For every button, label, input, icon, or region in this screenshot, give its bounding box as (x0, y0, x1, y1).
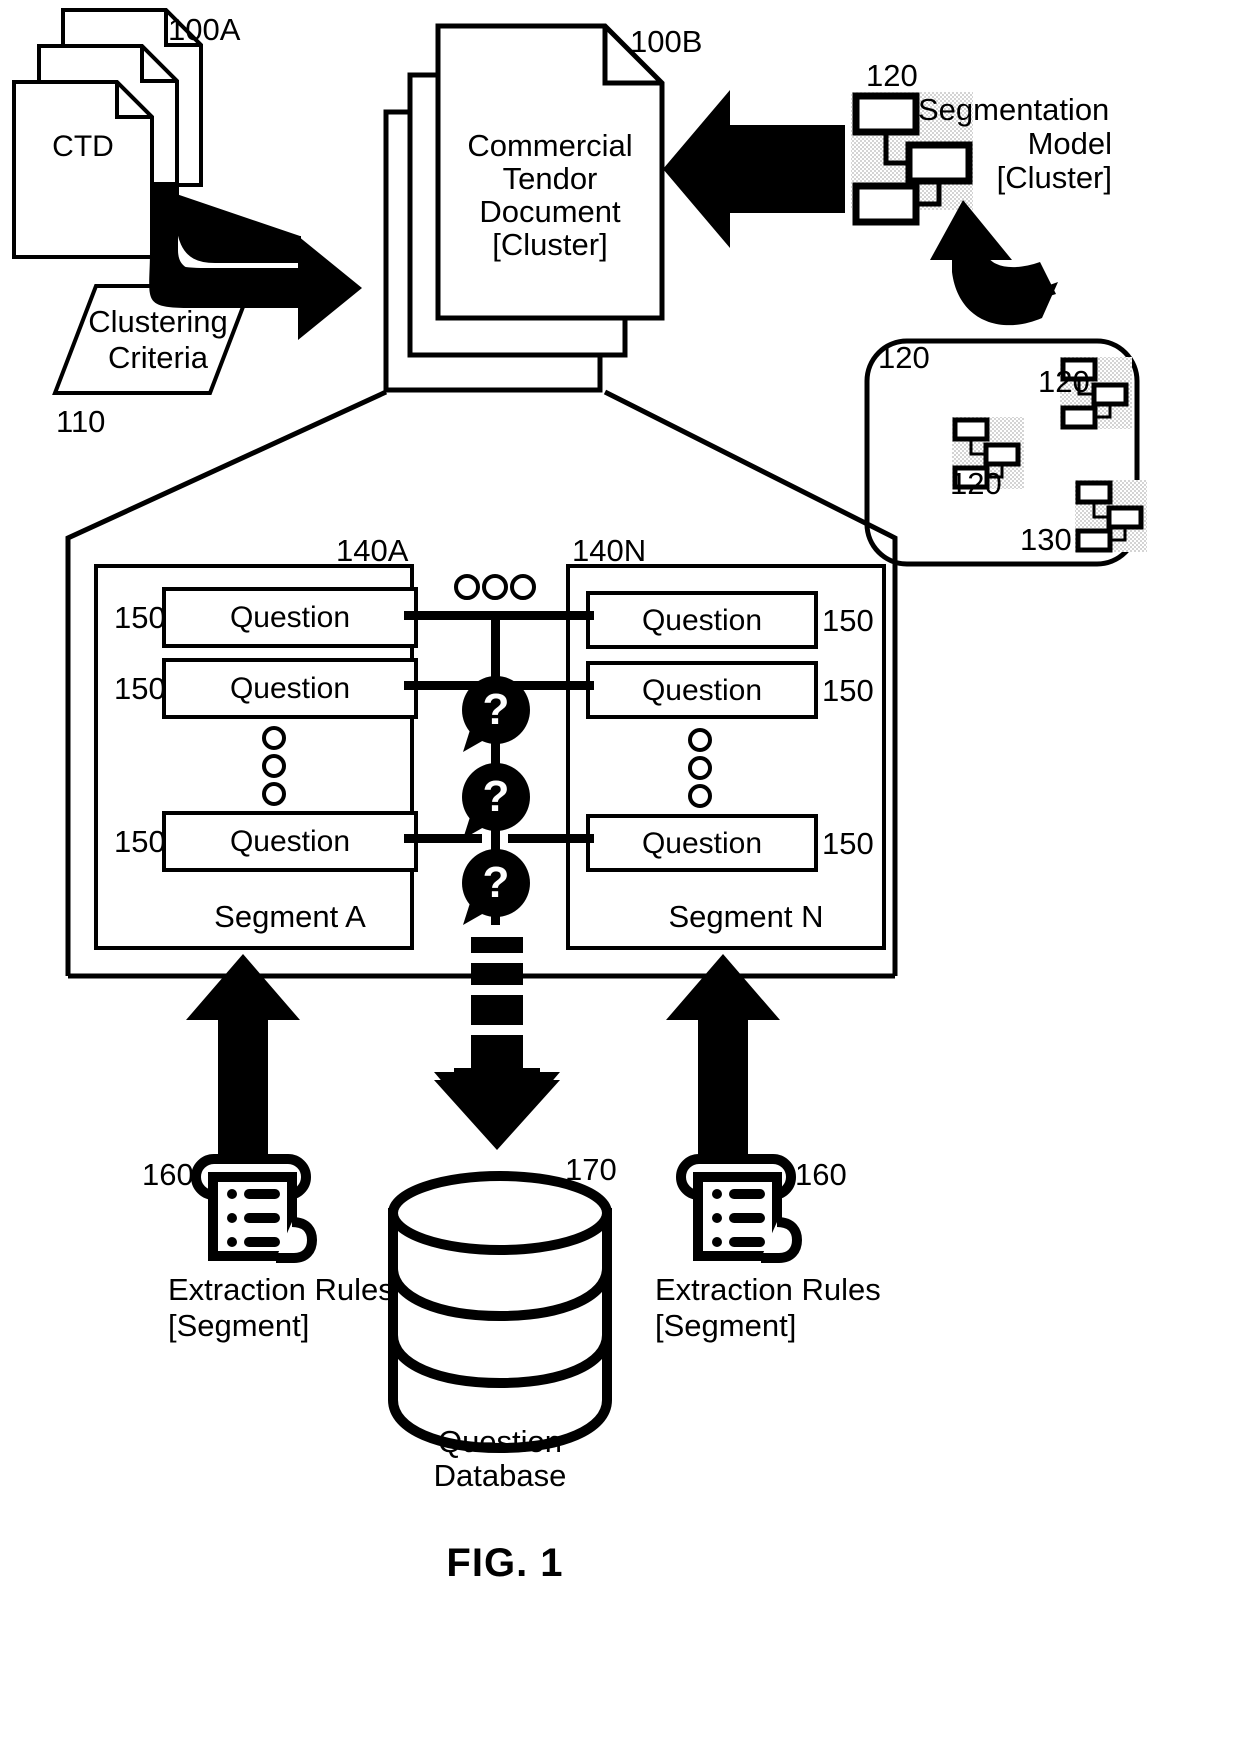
extraction-rules-right-up-arrow-icon (666, 954, 780, 1163)
ctd-cluster-label-line4: [Cluster] (492, 227, 608, 262)
segment-n-title: Segment N (668, 899, 824, 934)
ref-label-150-a1: 150 (114, 600, 166, 635)
question-bubble-icon-2: ? (462, 763, 530, 839)
ref-label-160-left: 160 (142, 1157, 194, 1192)
svg-text:?: ? (483, 858, 510, 907)
questions-to-database-arrow-icon (434, 937, 560, 1150)
segmentation-model-label-line2: Model (1027, 126, 1112, 161)
clustering-criteria-label-line1: Clustering (88, 304, 228, 339)
ref-label-120-pool-2: 120 (1038, 364, 1090, 399)
pool-segmentation-model-icon-3 (1075, 480, 1147, 553)
segment-a-question-label-1: Question (229, 601, 351, 634)
segment-a-question-label-3: Question (229, 825, 351, 858)
segmentation-model-label-line3: [Cluster] (996, 160, 1112, 195)
ref-label-120-pool-1: 120 (878, 340, 930, 375)
segmentation-model-label-line1: Segmentation (918, 92, 1110, 127)
patent-figure-1: ? ? ? 100A CTD Clustering Criteria 110 1… (0, 0, 1240, 1747)
segment-n-ellipsis-icon (688, 728, 712, 808)
left-arrow-icon (663, 90, 845, 248)
segment-a-question-label-2: Question (229, 672, 351, 705)
svg-text:?: ? (483, 772, 510, 821)
extraction-rules-left-label-line1: Extraction Rules (168, 1272, 394, 1307)
segment-a-ellipsis-icon (262, 726, 286, 806)
extraction-rules-right-label-line1: Extraction Rules (655, 1272, 881, 1307)
segment-a-title: Segment A (214, 899, 366, 934)
extraction-rules-scroll-icon-right (676, 1154, 803, 1263)
figure-caption: FIG. 1 (446, 1541, 564, 1585)
ctd-cluster-label-line3: Document (479, 194, 621, 229)
ref-label-160-right: 160 (795, 1157, 847, 1192)
question-bubble-icon-3: ? (462, 849, 530, 925)
ref-label-100a: 100A (168, 12, 241, 47)
curved-up-arrow-icon (930, 200, 1058, 326)
ctd-cluster-label-line1: Commercial (467, 128, 633, 163)
question-database-label-line1: Question (437, 1424, 563, 1459)
segment-n-question-label-3: Question (641, 827, 763, 860)
ctd-cluster-label-line2: Tendor (502, 161, 598, 196)
extraction-rules-right-label-line2: [Segment] (655, 1308, 797, 1343)
ref-label-100b: 100B (630, 24, 703, 59)
ctd-stack-label: CTD (52, 130, 114, 163)
ref-label-150-n2: 150 (822, 673, 874, 708)
extraction-rules-left-label-line2: [Segment] (168, 1308, 310, 1343)
ref-label-110: 110 (56, 404, 106, 439)
svg-text:?: ? (483, 685, 510, 734)
ref-label-150-n1: 150 (822, 603, 874, 638)
question-bubble-icon-1: ? (462, 676, 530, 752)
ref-label-120-model: 120 (866, 58, 918, 93)
extraction-rules-scroll-icon-left (191, 1154, 318, 1263)
ref-label-150-a3: 150 (114, 824, 166, 859)
segment-n-question-label-2: Question (641, 674, 763, 707)
extraction-rules-left-up-arrow-icon (186, 954, 300, 1163)
ref-label-130: 130 (1020, 522, 1072, 557)
ref-label-170: 170 (565, 1152, 617, 1187)
clustering-criteria-label-line2: Criteria (108, 340, 208, 375)
ref-label-140n: 140N (572, 533, 647, 568)
segments-horizontal-ellipsis-icon (454, 574, 536, 600)
ref-label-140a: 140A (336, 533, 409, 568)
ref-label-120-pool-3: 120 (950, 466, 1002, 501)
ref-label-150-n3: 150 (822, 826, 874, 861)
segment-n-question-label-1: Question (641, 604, 763, 637)
ref-label-150-a2: 150 (114, 671, 166, 706)
question-database-label-line2: Database (433, 1458, 567, 1493)
